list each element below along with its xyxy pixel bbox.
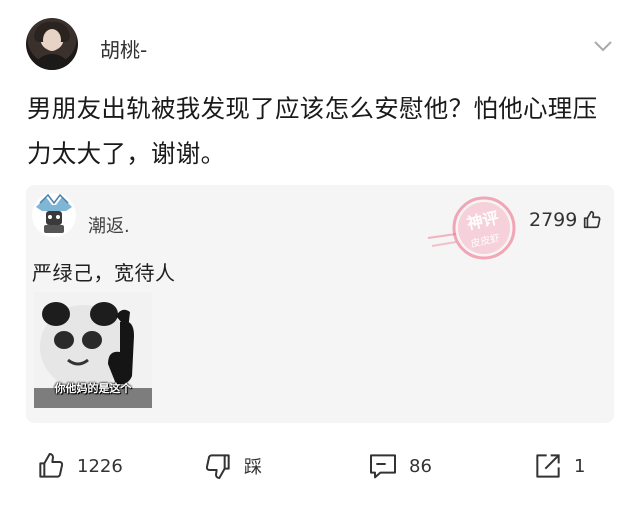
thumbs-down-icon <box>205 454 230 479</box>
thumbs-up-icon <box>39 453 64 478</box>
share-button[interactable]: 1 <box>532 450 585 482</box>
post-header: 胡桃- <box>0 0 640 80</box>
dislike-label: 踩 <box>244 457 262 478</box>
commenter-avatar[interactable] <box>30 191 78 239</box>
comment-count: 86 <box>409 455 432 477</box>
share-count: 1 <box>574 455 586 477</box>
post-text: 男朋友出轨被我发现了应该怎么安慰他？怕他心理压力太大了，谢谢。 <box>27 94 598 168</box>
comment-text: 严绿己，宽待人 <box>32 261 176 285</box>
comment-bubble-icon <box>370 454 396 479</box>
panda-meme-image[interactable]: 你他妈的是这个 <box>34 292 152 408</box>
dislike-button[interactable]: 踩 <box>202 450 262 482</box>
chevron-down-icon[interactable] <box>592 38 614 54</box>
like-button[interactable]: 1226 <box>35 450 123 482</box>
comment-like-count: 2799 <box>529 209 578 231</box>
avatar[interactable] <box>26 18 78 70</box>
thumbs-up-icon <box>584 210 601 229</box>
like-count: 1226 <box>77 455 123 477</box>
post-action-bar: 1226 踩 86 1 <box>0 440 640 494</box>
shenping-watermark: 神评 皮皮虾 <box>427 196 516 260</box>
post-username[interactable]: 胡桃- <box>100 34 147 63</box>
comment-like-button[interactable]: 2799 <box>529 209 603 231</box>
share-icon <box>536 454 560 478</box>
meme-caption: 你他妈的是这个 <box>54 382 132 395</box>
featured-comment[interactable]: 潮返. 神评 皮皮虾 2799 严绿己，宽待人 你他妈的是这个 <box>26 185 614 423</box>
comment-button[interactable]: 86 <box>367 450 432 482</box>
commenter-username[interactable]: 潮返. <box>88 212 130 238</box>
